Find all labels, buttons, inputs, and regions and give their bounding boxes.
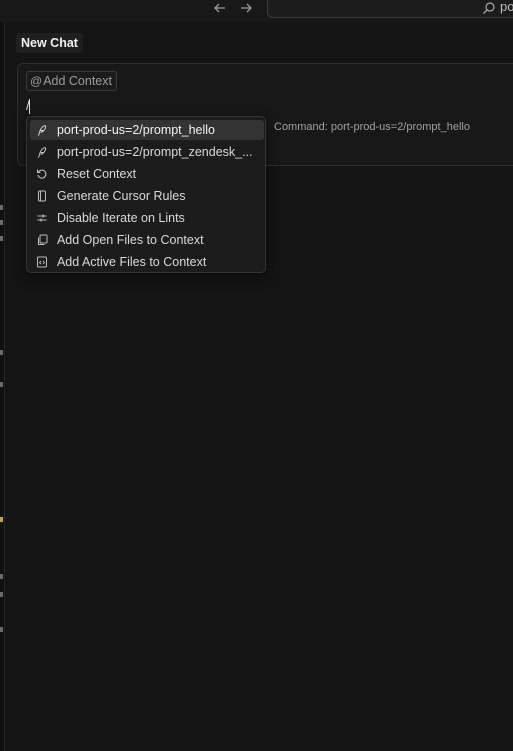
strip-mark xyxy=(0,517,3,522)
new-chat-tab[interactable]: New Chat xyxy=(16,33,83,53)
menu-item-label: Reset Context xyxy=(56,167,137,181)
menu-item-label: Disable Iterate on Lints xyxy=(56,211,185,225)
forward-arrow-icon[interactable] xyxy=(237,0,255,18)
refresh-icon xyxy=(35,167,49,181)
strip-mark xyxy=(0,205,3,210)
strip-mark xyxy=(0,574,3,579)
slash-command-menu: port-prod-us=2/prompt_hello port-prod-us… xyxy=(26,116,266,273)
title-bar: po xyxy=(0,0,513,22)
strip-mark xyxy=(0,627,3,632)
menu-item-reset-context[interactable]: Reset Context xyxy=(30,164,264,184)
feather-icon xyxy=(35,145,49,159)
search-icon xyxy=(482,1,496,15)
search-text: po xyxy=(500,0,513,14)
back-arrow-icon[interactable] xyxy=(211,0,229,18)
text-cursor xyxy=(29,99,30,114)
at-icon: @ xyxy=(30,74,43,88)
feather-icon xyxy=(35,123,49,137)
add-context-label: Add Context xyxy=(43,74,112,88)
menu-item-label: Add Open Files to Context xyxy=(56,233,204,247)
menu-item-prompt-hello[interactable]: port-prod-us=2/prompt_hello xyxy=(30,120,264,140)
menu-item-add-active-files[interactable]: Add Active Files to Context xyxy=(30,252,264,272)
menu-item-disable-iterate-lints[interactable]: Disable Iterate on Lints xyxy=(30,208,264,228)
strip-mark xyxy=(0,592,3,597)
copy-files-icon xyxy=(35,233,49,247)
sliders-icon xyxy=(35,211,49,225)
strip-mark xyxy=(0,382,3,387)
code-file-icon xyxy=(35,255,49,269)
add-context-button[interactable]: @ Add Context xyxy=(26,71,117,91)
strip-mark xyxy=(0,236,3,241)
book-icon xyxy=(35,189,49,203)
strip-mark xyxy=(0,220,3,225)
menu-item-generate-cursor-rules[interactable]: Generate Cursor Rules xyxy=(30,186,264,206)
menu-item-label: Add Active Files to Context xyxy=(56,255,207,269)
menu-item-label: port-prod-us=2/prompt_zendesk_... xyxy=(56,145,253,159)
menu-item-label: Generate Cursor Rules xyxy=(56,189,186,203)
editor-side-strip xyxy=(0,22,5,751)
strip-mark xyxy=(0,350,3,355)
menu-item-label: port-prod-us=2/prompt_hello xyxy=(56,123,216,137)
menu-item-add-open-files[interactable]: Add Open Files to Context xyxy=(30,230,264,250)
menu-item-prompt-zendesk[interactable]: port-prod-us=2/prompt_zendesk_... xyxy=(30,142,264,162)
command-search-box[interactable] xyxy=(267,0,513,18)
command-hint: Command: port-prod-us=2/prompt_hello xyxy=(274,121,470,133)
